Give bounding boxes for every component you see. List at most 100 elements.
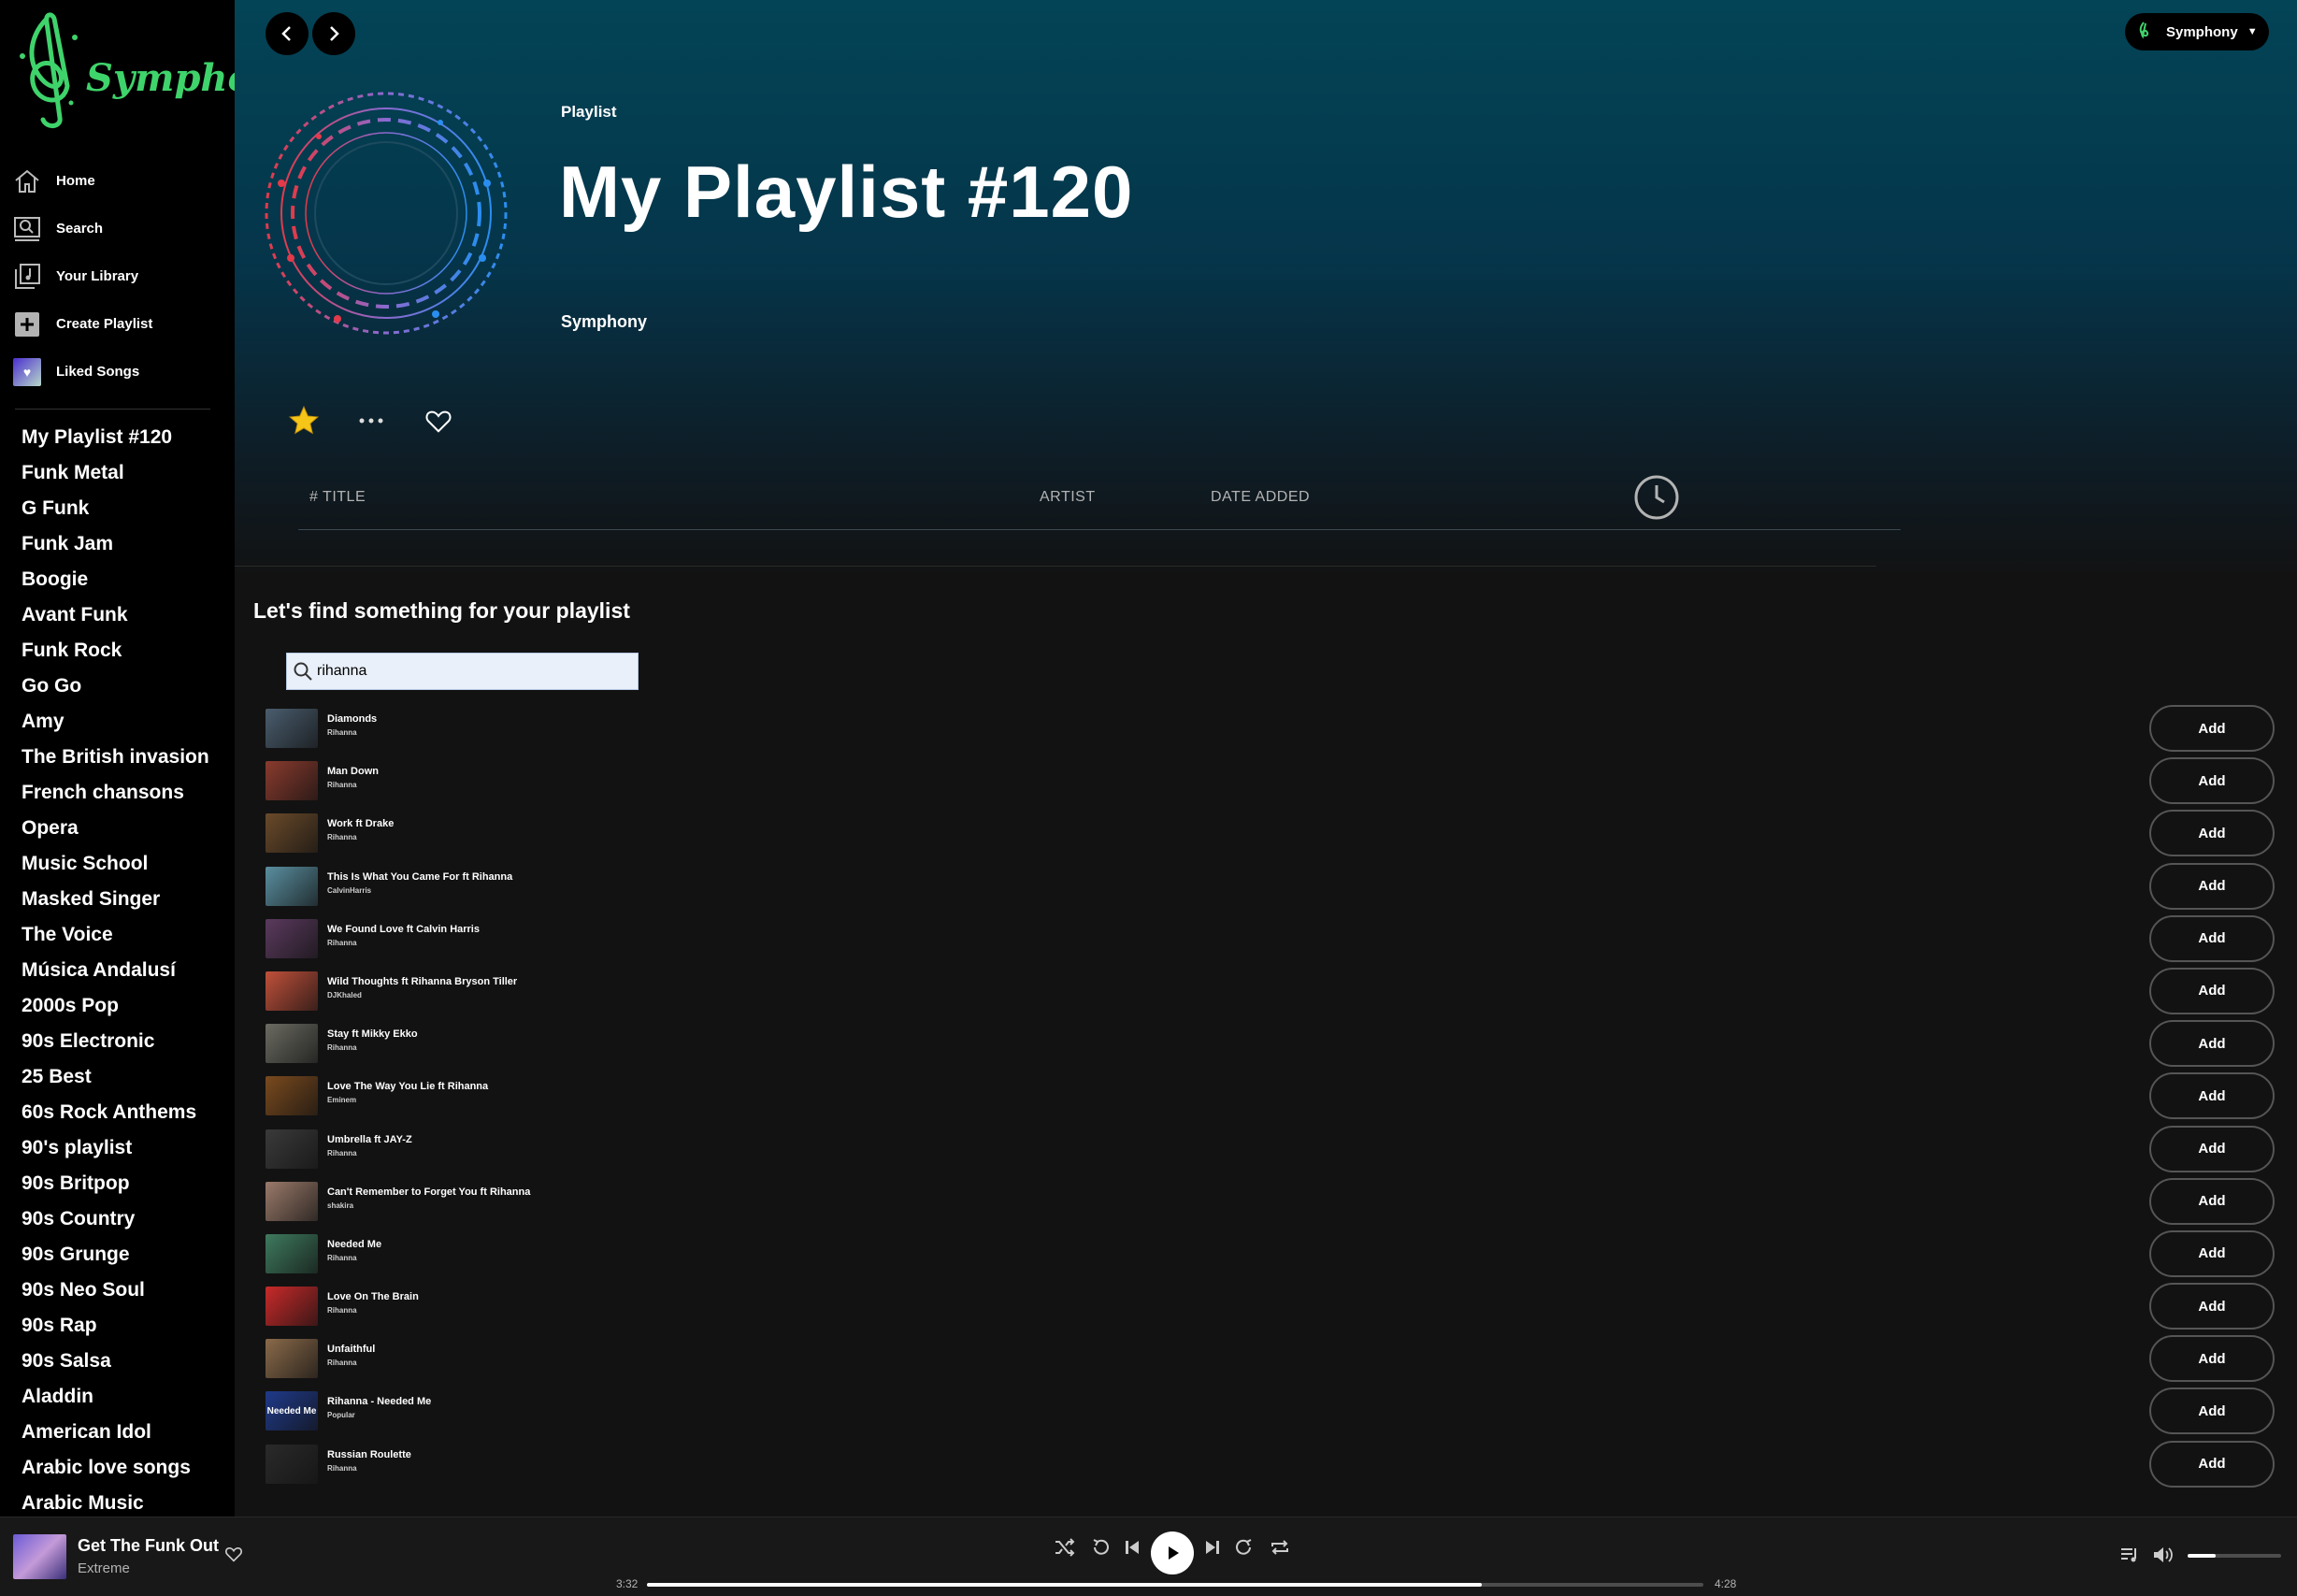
sidebar-playlist-item[interactable]: 90's playlist: [22, 1133, 229, 1169]
sidebar-playlist-item[interactable]: 90s Electronic: [22, 1027, 229, 1062]
add-button[interactable]: Add: [2149, 1283, 2275, 1330]
sidebar-playlist-item[interactable]: French chansons: [22, 778, 229, 813]
sidebar-playlist-item[interactable]: The Voice: [22, 920, 229, 956]
volume-button[interactable]: [2150, 1542, 2176, 1568]
add-button[interactable]: Add: [2149, 757, 2275, 805]
result-row: Umbrella ft JAY-Z Rihanna Add: [266, 1124, 2275, 1176]
sidebar-playlist-item[interactable]: Go Go: [22, 671, 229, 707]
sidebar-playlist-item[interactable]: American Idol: [22, 1417, 229, 1453]
playlist-list: My Playlist #120 Funk Metal G Funk Funk Jam…: [22, 423, 229, 1517]
song-search-input[interactable]: [317, 663, 635, 680]
now-playing-artist[interactable]: Extreme: [78, 1560, 130, 1576]
result-thumbnail: Needed Me: [266, 1391, 318, 1431]
like-track-button[interactable]: [224, 1546, 243, 1564]
sidebar-playlist-item[interactable]: Amy: [22, 707, 229, 742]
nav-home[interactable]: Home: [11, 157, 224, 205]
sidebar-playlist-item[interactable]: Music School: [22, 849, 229, 884]
more-options-button[interactable]: [352, 402, 390, 439]
rewind-15-button[interactable]: [1088, 1534, 1114, 1560]
progress-bar[interactable]: [647, 1583, 1703, 1587]
sidebar-playlist-item[interactable]: Masked Singer: [22, 884, 229, 920]
result-artist: Eminem: [327, 1096, 357, 1105]
queue-button[interactable]: [2117, 1542, 2143, 1568]
sidebar-playlist-item[interactable]: Música Andalusí: [22, 956, 229, 991]
sidebar-playlist-item[interactable]: 60s Rock Anthems: [22, 1098, 229, 1133]
sidebar-playlist-item[interactable]: Aladdin: [22, 1382, 229, 1417]
sidebar-playlist-item[interactable]: 90s Neo Soul: [22, 1275, 229, 1311]
sidebar-playlist-item[interactable]: 90s Country: [22, 1204, 229, 1240]
result-row: Needed Me Rihanna Add: [266, 1229, 2275, 1281]
sidebar-playlist-item[interactable]: Arabic love songs: [22, 1453, 229, 1488]
sidebar-playlist-item[interactable]: Arabic Music: [22, 1488, 229, 1517]
sidebar-playlist-item[interactable]: G Funk: [22, 494, 229, 529]
add-button[interactable]: Add: [2149, 862, 2275, 910]
sidebar-playlist-item[interactable]: Boogie: [22, 565, 229, 600]
column-title[interactable]: # TITLE: [309, 489, 366, 506]
sidebar-playlist-item[interactable]: Funk Rock: [22, 636, 229, 671]
song-search-box[interactable]: [286, 653, 639, 690]
forward-button[interactable]: [312, 12, 355, 55]
now-playing-title[interactable]: Get The Funk Out: [78, 1536, 219, 1556]
add-button[interactable]: Add: [2149, 1125, 2275, 1172]
forward-15-button[interactable]: [1230, 1534, 1256, 1560]
sidebar-playlist-item[interactable]: My Playlist #120: [22, 423, 229, 458]
add-button[interactable]: Add: [2149, 705, 2275, 752]
next-button[interactable]: [1199, 1534, 1226, 1560]
add-button[interactable]: Add: [2149, 1388, 2275, 1435]
clock-icon: [1634, 475, 1679, 520]
sidebar-playlist-item[interactable]: Opera: [22, 813, 229, 849]
add-button[interactable]: Add: [2149, 967, 2275, 1014]
result-artist: DJKhaled: [327, 990, 362, 999]
result-artist: shakira: [327, 1201, 354, 1210]
result-row: We Found Love ft Calvin Harris Rihanna Add: [266, 913, 2275, 966]
nav-search[interactable]: Search: [11, 205, 224, 252]
symphony-logo[interactable]: Symphony: [9, 9, 235, 131]
sidebar-playlist-item[interactable]: Funk Metal: [22, 458, 229, 494]
like-playlist-button[interactable]: [420, 402, 457, 439]
sidebar-playlist-item[interactable]: 90s Britpop: [22, 1169, 229, 1204]
result-title: Russian Roulette: [327, 1448, 411, 1460]
add-button[interactable]: Add: [2149, 1020, 2275, 1068]
sidebar-playlist-item[interactable]: 2000s Pop: [22, 991, 229, 1027]
add-button[interactable]: Add: [2149, 1072, 2275, 1120]
sidebar-divider: [15, 409, 210, 410]
sidebar-playlist-item[interactable]: 90s Rap: [22, 1311, 229, 1346]
page-title: My Playlist #120: [559, 151, 1134, 233]
playlist-owner[interactable]: Symphony: [561, 312, 647, 332]
sidebar-playlist-item[interactable]: Funk Jam: [22, 529, 229, 565]
result-title: Love On The Brain: [327, 1291, 419, 1303]
sidebar-playlist-item[interactable]: Avant Funk: [22, 600, 229, 636]
player-bar: Get The Funk Out Extreme 3:32 4:28: [0, 1517, 2297, 1596]
add-button[interactable]: Add: [2149, 1177, 2275, 1225]
add-button[interactable]: Add: [2149, 1229, 2275, 1277]
nav-liked-songs[interactable]: ♥ Liked Songs: [11, 348, 224, 395]
add-button[interactable]: Add: [2149, 1440, 2275, 1488]
nav-create-playlist[interactable]: Create Playlist: [11, 300, 224, 348]
sidebar-playlist-item[interactable]: 90s Grunge: [22, 1240, 229, 1275]
sidebar-playlist-item[interactable]: The British invasion: [22, 742, 229, 778]
add-button[interactable]: Add: [2149, 810, 2275, 857]
section-divider: [235, 566, 1876, 567]
column-date-added[interactable]: DATE ADDED: [1211, 489, 1310, 506]
column-artist[interactable]: ARTIST: [1040, 489, 1096, 506]
result-row: Can't Remember to Forget You ft Rihanna s…: [266, 1176, 2275, 1229]
sidebar-playlist-item[interactable]: 90s Salsa: [22, 1346, 229, 1382]
add-button[interactable]: Add: [2149, 914, 2275, 962]
repeat-button[interactable]: [1267, 1534, 1293, 1560]
add-button[interactable]: Add: [2149, 1335, 2275, 1383]
result-thumbnail: [266, 1181, 318, 1221]
now-playing-cover: [13, 1534, 66, 1579]
volume-slider[interactable]: [2188, 1554, 2281, 1558]
result-artist: Rihanna: [327, 1359, 357, 1368]
nav-library[interactable]: Your Library: [11, 252, 224, 300]
star-button[interactable]: [285, 402, 323, 439]
play-button[interactable]: [1151, 1531, 1194, 1574]
nav-liked-songs-label: Liked Songs: [56, 364, 140, 380]
user-menu-button[interactable]: Symphony ▼: [2125, 13, 2269, 50]
sidebar: Symphony Home Search Your Library: [0, 0, 235, 1517]
heart-icon: ♥: [13, 357, 41, 386]
previous-button[interactable]: [1119, 1534, 1145, 1560]
back-button[interactable]: [266, 12, 309, 55]
shuffle-button[interactable]: [1052, 1534, 1078, 1560]
sidebar-playlist-item[interactable]: 25 Best: [22, 1062, 229, 1098]
